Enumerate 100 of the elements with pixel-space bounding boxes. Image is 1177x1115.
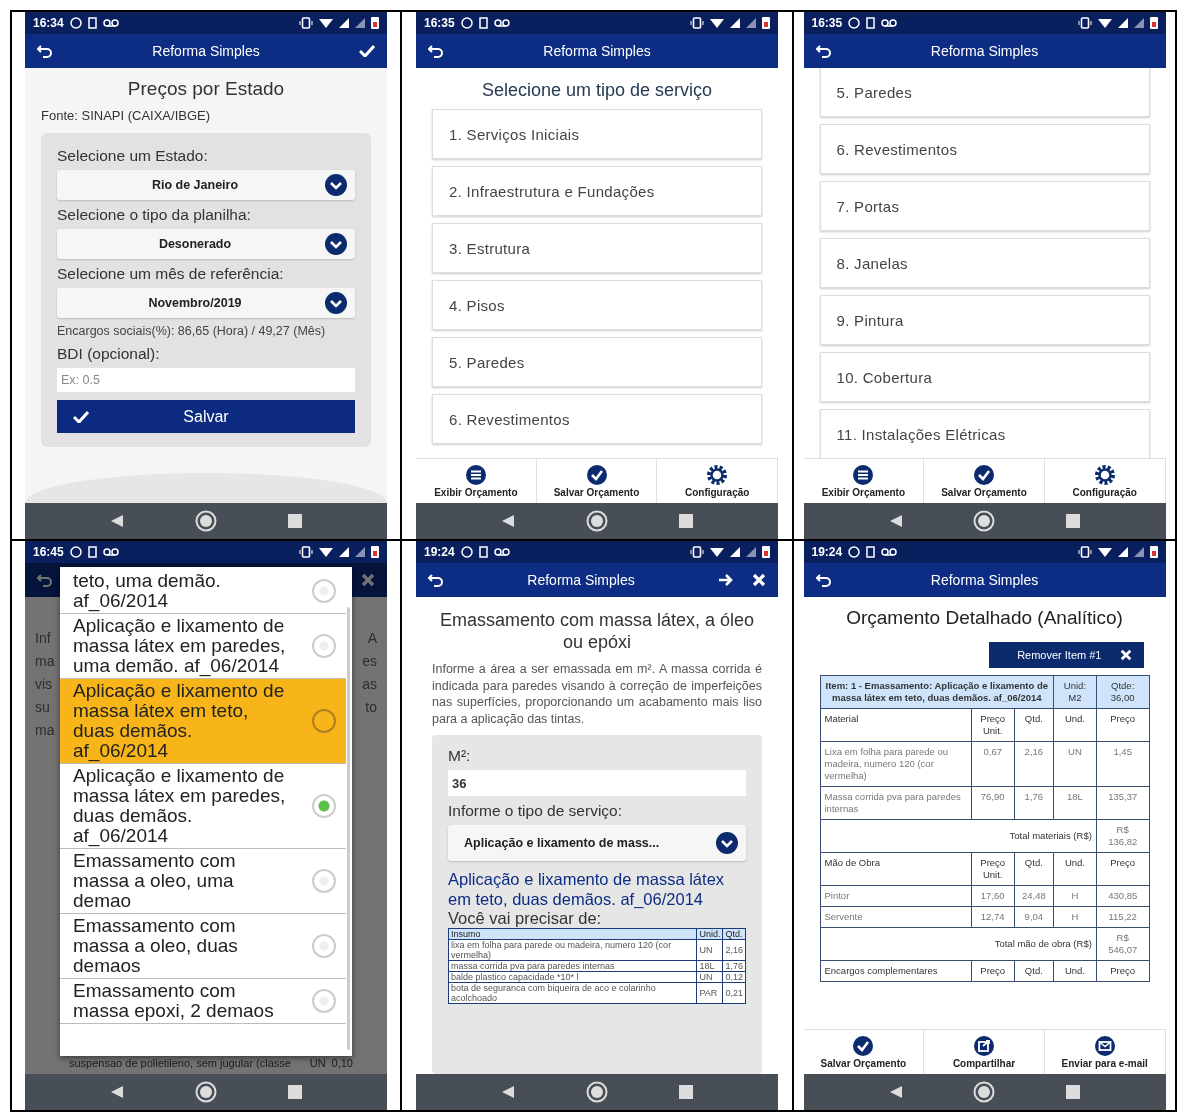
home-nav-icon[interactable] <box>195 510 217 532</box>
service-item[interactable]: 5. Paredes <box>432 337 762 387</box>
arrow-right-icon[interactable] <box>718 573 734 587</box>
option-item[interactable]: Aplicação e lixamento de massa látex em teto, duas demãos. af_06/2014 <box>60 679 346 764</box>
recents-nav-icon[interactable] <box>1066 1085 1081 1099</box>
service-item[interactable]: 9. Pintura <box>819 295 1150 345</box>
service-item[interactable]: 10. Cobertura <box>819 352 1150 402</box>
item-quantity: Qtde: 36,00 <box>1096 675 1149 709</box>
service-item[interactable]: 6. Revestimentos <box>819 124 1150 174</box>
radio-button[interactable] <box>312 989 336 1013</box>
save-button[interactable]: Salvar <box>57 400 355 433</box>
voicemail-icon <box>102 547 119 557</box>
table-cell: UN <box>1053 741 1097 787</box>
radio-button[interactable] <box>312 934 336 958</box>
table-cell: 18L <box>1053 786 1097 820</box>
radio-button[interactable] <box>312 794 336 818</box>
close-icon[interactable] <box>752 573 766 587</box>
item-description: Item: 1 - Emassamento: Aplicação e lixamento de massa látex em teto, duas demãos. af_06/2014 <box>820 675 1054 709</box>
dropdown[interactable]: Novembro/2019 <box>57 288 355 318</box>
option-item[interactable]: Emassamento com massa a oleo, duas demaos <box>60 914 346 979</box>
table-header: Qtd. <box>1014 852 1054 886</box>
option-item[interactable]: Aplicação e lixamento de massa látex em paredes, duas demãos. af_06/2014 <box>60 764 346 849</box>
table-header: Qtd. <box>1014 960 1054 982</box>
back-icon[interactable] <box>428 44 444 58</box>
check-icon[interactable] <box>359 45 375 57</box>
voicemail-icon <box>102 18 119 28</box>
back-icon[interactable] <box>815 44 832 58</box>
table-cell: UN <box>696 971 723 983</box>
signal-icon <box>1133 18 1144 28</box>
voicemail-icon <box>493 547 510 557</box>
back-icon[interactable] <box>428 573 444 587</box>
page-title: Preços por Estado <box>126 78 286 100</box>
recents-nav-icon[interactable] <box>287 514 302 528</box>
back-nav-icon[interactable] <box>888 514 903 528</box>
recents-nav-icon[interactable] <box>678 514 693 528</box>
table-header: Und. <box>1053 708 1097 742</box>
dropdown[interactable]: Aplicação e lixamento de mass... <box>448 825 746 861</box>
table-header: Preço Unit. <box>971 708 1015 742</box>
vibrate-icon <box>690 17 704 29</box>
back-nav-icon[interactable] <box>501 514 516 528</box>
dropdown[interactable]: Rio de Janeiro <box>57 170 355 200</box>
table-header: Preço <box>1096 960 1149 982</box>
recents-nav-icon[interactable] <box>1066 514 1081 528</box>
recents-nav-icon[interactable] <box>678 1085 693 1099</box>
radio-button[interactable] <box>312 634 336 658</box>
service-item[interactable]: 4. Pisos <box>432 280 762 330</box>
home-nav-icon[interactable] <box>195 1081 217 1103</box>
table-cell: 1,76 <box>722 960 746 972</box>
back-icon[interactable] <box>37 44 53 58</box>
table-header: Preço <box>1096 708 1149 742</box>
table-cell: balde plastico capacidade *10* l <box>448 971 697 983</box>
service-item[interactable]: 3. Estrutura <box>432 223 762 273</box>
bdi-input[interactable]: Ex: 0.5 <box>57 368 355 392</box>
table-cell: H <box>1053 906 1097 928</box>
home-nav-icon[interactable] <box>973 510 996 532</box>
back-icon[interactable] <box>815 573 832 587</box>
service-item[interactable]: 1. Serviços Iniciais <box>432 109 762 159</box>
service-item[interactable]: 8. Janelas <box>819 238 1150 288</box>
check-circle-icon <box>974 464 994 485</box>
service-item[interactable]: 2. Infraestrutura e Fundações <box>432 166 762 216</box>
option-label: Aplicação e lixamento de massa látex em teto, duas demãos. af_06/2014 <box>73 681 286 761</box>
dropdown[interactable]: Desonerado <box>57 229 355 259</box>
field-label: Informe o tipo de serviço: <box>448 802 624 820</box>
area-input[interactable]: 36 <box>448 770 746 796</box>
back-nav-icon[interactable] <box>888 1085 903 1099</box>
home-nav-icon[interactable] <box>586 510 608 532</box>
radio-button[interactable] <box>312 869 336 893</box>
service-item[interactable]: 6. Revestimentos <box>432 394 762 444</box>
service-item[interactable]: 7. Portas <box>819 181 1150 231</box>
service-item[interactable]: 5. Paredes <box>819 68 1150 117</box>
option-item[interactable]: Emassamento com massa a oleo, uma demao <box>60 849 346 914</box>
back-nav-icon[interactable] <box>110 514 125 528</box>
total-value: R$ 546,07 <box>1096 927 1149 961</box>
radio-button[interactable] <box>312 709 336 733</box>
option-item[interactable]: teto, uma demão. af_06/2014 <box>60 567 346 614</box>
table-cell: 0,12 <box>722 971 746 983</box>
wifi-icon <box>1097 17 1112 29</box>
battery-icon <box>371 546 379 558</box>
signal-icon <box>1117 18 1128 28</box>
app-title: Reforma Simples <box>929 572 1040 588</box>
table-cell: 430,85 <box>1096 885 1149 907</box>
back-nav-icon[interactable] <box>501 1085 516 1099</box>
recents-nav-icon[interactable] <box>287 1085 302 1099</box>
chevron-down-icon <box>325 174 347 196</box>
vibrate-icon <box>299 17 313 29</box>
option-item[interactable]: Emassamento com massa epoxi, 2 demaos <box>60 979 346 1024</box>
radio-button[interactable] <box>312 579 336 603</box>
status-time: 16:45 <box>33 545 64 559</box>
table-header: Preço <box>1096 852 1149 886</box>
wifi-icon <box>319 17 333 29</box>
close-icon <box>1119 649 1132 661</box>
back-nav-icon[interactable] <box>110 1085 125 1099</box>
table-cell: 17,60 <box>971 885 1015 907</box>
share-icon <box>974 1035 994 1056</box>
home-nav-icon[interactable] <box>973 1081 996 1103</box>
home-nav-icon[interactable] <box>586 1081 608 1103</box>
remove-item-button[interactable]: Remover Item #1 <box>989 642 1144 668</box>
option-label: Emassamento com massa epoxi, 2 demaos <box>73 981 275 1021</box>
status-time: 19:24 <box>811 545 843 559</box>
table-cell: 1,76 <box>1014 786 1054 820</box>
